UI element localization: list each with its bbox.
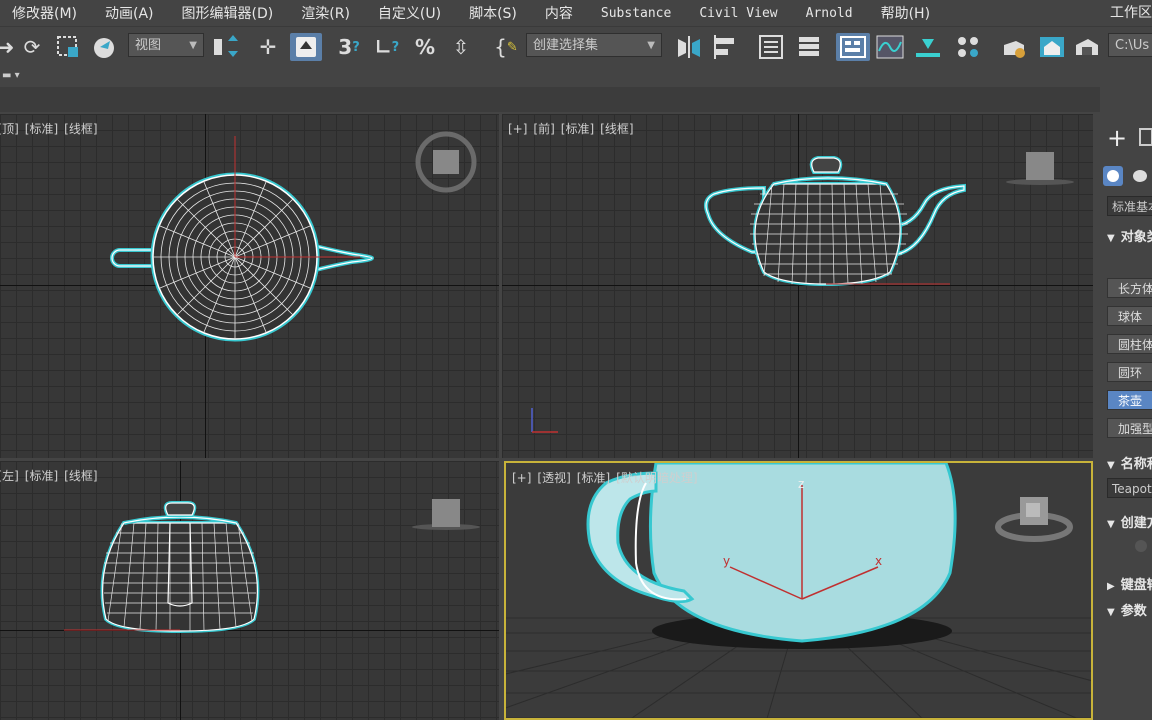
- viewport-perspective[interactable]: [+] [透视] [标准] [默认明暗处理] z y x: [504, 461, 1093, 720]
- command-panel: + 标准基本体 ▼对象类型 长方体 球体 圆柱体 圆环 茶壶 加强型 ▼名称和颜…: [1097, 112, 1152, 720]
- ribbon-icon[interactable]: [836, 33, 870, 61]
- render-frame-icon[interactable]: [1036, 33, 1068, 61]
- view-dropdown-value: 视图: [135, 38, 162, 53]
- teapot-button[interactable]: 茶壶: [1107, 390, 1152, 410]
- viewport-front[interactable]: [+] [前] [标准] [线框]: [502, 114, 1093, 458]
- menu-scripting[interactable]: 脚本(S): [469, 3, 517, 23]
- menu-civil-view[interactable]: Civil View: [699, 6, 777, 21]
- view-dropdown[interactable]: 视图 ▼: [128, 33, 204, 57]
- redo-icon[interactable]: ➜: [0, 33, 14, 61]
- rollout-parameters[interactable]: ▼ 参数: [1107, 600, 1147, 619]
- viewcube-top: [415, 131, 477, 193]
- cylinder-button[interactable]: 圆柱体: [1107, 334, 1152, 354]
- select-region-icon[interactable]: [54, 33, 82, 61]
- ribbon-strip: ▬ ▾: [0, 67, 1152, 87]
- layer-explorer-icon[interactable]: [794, 33, 824, 61]
- mirror-icon[interactable]: [674, 33, 704, 61]
- menu-arnold[interactable]: Arnold: [806, 6, 853, 21]
- object-name-field[interactable]: Teapot001: [1107, 478, 1152, 498]
- viewcube-front: [1006, 152, 1074, 185]
- select-move-icon[interactable]: [210, 33, 242, 61]
- sphere-glyph-icon: [1107, 170, 1119, 182]
- enhanced-button[interactable]: 加强型: [1107, 418, 1152, 438]
- menu-customize[interactable]: 自定义(U): [378, 3, 441, 23]
- menu-help[interactable]: 帮助(H): [881, 3, 930, 23]
- torus-button[interactable]: 圆环: [1107, 362, 1152, 382]
- manipulate-icon[interactable]: [290, 33, 322, 61]
- render-setup-icon[interactable]: [998, 33, 1030, 61]
- menu-substance[interactable]: Substance: [601, 6, 671, 21]
- curve-editor-icon[interactable]: [874, 33, 906, 61]
- rollout-name-color[interactable]: ▼名称和颜色: [1107, 453, 1152, 472]
- schematic-view-icon[interactable]: [912, 33, 944, 61]
- viewport-left[interactable]: [+][左][标准][线框]: [0, 461, 499, 720]
- snap-3-icon[interactable]: 3?: [334, 33, 364, 61]
- rollout-object-type[interactable]: ▼对象类型: [1107, 226, 1152, 245]
- menu-modifiers[interactable]: 修改器(M): [12, 3, 77, 23]
- ribbon-toggle-icon[interactable]: ▬ ▾: [2, 70, 20, 81]
- menu-animation[interactable]: 动画(A): [105, 3, 154, 23]
- primitive-type-dropdown[interactable]: 标准基本体: [1107, 196, 1152, 216]
- named-selection-icon[interactable]: {✎: [492, 33, 520, 61]
- axis-label-z: z: [798, 477, 805, 491]
- workspace-label[interactable]: 工作区: [1110, 0, 1152, 26]
- viewcube-perspective: [995, 497, 1073, 542]
- axis-label-y: y: [723, 554, 731, 568]
- project-path-field[interactable]: C:\Us: [1108, 33, 1152, 57]
- angle-snap-icon[interactable]: ∟?: [372, 33, 402, 61]
- axis-label-x: x: [875, 554, 883, 568]
- ribbon-panel: [0, 87, 1100, 112]
- rollout-keyboard-entry[interactable]: ▶键盘输入: [1107, 574, 1152, 593]
- creation-radio-icon[interactable]: [1135, 540, 1147, 552]
- modify-tab-icon[interactable]: [1139, 128, 1152, 146]
- select-by-name-icon[interactable]: [90, 33, 120, 61]
- refresh-icon[interactable]: ⟳: [18, 33, 46, 61]
- percent-snap-icon[interactable]: %: [410, 33, 440, 61]
- selection-set-value: 创建选择集: [533, 38, 599, 53]
- render-icon[interactable]: [1072, 33, 1102, 61]
- selection-set-dropdown[interactable]: 创建选择集 ▼: [526, 33, 662, 57]
- create-tab-icon[interactable]: +: [1107, 124, 1127, 152]
- menu-content[interactable]: 内容: [545, 3, 573, 23]
- menu-rendering[interactable]: 渲染(R): [301, 3, 350, 23]
- spinner-snap-icon[interactable]: ⇳: [446, 33, 476, 61]
- project-path-value: C:\Us: [1115, 38, 1150, 53]
- shapes-category-icon[interactable]: [1133, 170, 1147, 182]
- viewcube-left: [412, 499, 480, 530]
- box-button[interactable]: 长方体: [1107, 278, 1152, 298]
- chevron-down-icon: ▼: [647, 40, 655, 51]
- align-icon[interactable]: [712, 33, 742, 61]
- scene-explorer-icon[interactable]: [756, 33, 786, 61]
- menu-graph-editors[interactable]: 图形编辑器(D): [182, 3, 274, 23]
- chevron-down-icon: ▼: [189, 40, 197, 51]
- viewport-top[interactable]: [+][顶][标准][线框]: [0, 114, 499, 458]
- rollout-creation-method[interactable]: ▼创建方法: [1107, 512, 1152, 531]
- material-editor-icon[interactable]: [952, 33, 984, 61]
- menu-bar: 修改器(M) 动画(A) 图形编辑器(D) 渲染(R) 自定义(U) 脚本(S)…: [0, 0, 1152, 26]
- viewport-perspective-label[interactable]: [+] [透视] [标准] [默认明暗处理]: [512, 469, 704, 486]
- sphere-button[interactable]: 球体: [1107, 306, 1152, 326]
- move-icon[interactable]: ✛: [254, 33, 282, 61]
- main-toolbar: ➜ ⟳ 视图 ▼ ✛ 3? ∟? % ⇳ {✎ 创建选择集 ▼: [0, 26, 1152, 68]
